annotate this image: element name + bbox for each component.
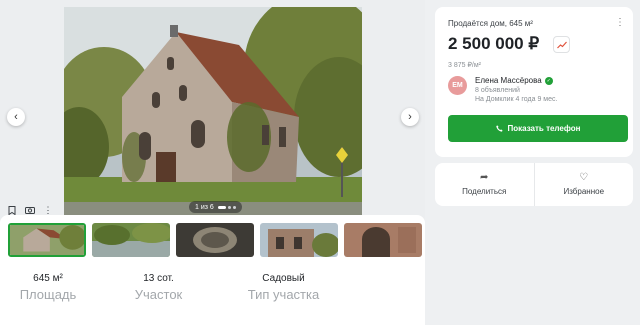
dot — [227, 205, 231, 209]
next-photo-button[interactable]: › — [401, 108, 419, 126]
thumbnail-strip — [8, 223, 422, 257]
fact-plot-label: Участок — [134, 287, 183, 302]
fact-plot: 13 сот. Участок — [96, 272, 221, 302]
thumbnail-5[interactable] — [344, 223, 422, 257]
agent-name[interactable]: Елена Массёрова — [475, 76, 542, 85]
dot — [232, 205, 236, 209]
thumbnail-1[interactable] — [8, 223, 86, 257]
chevron-right-icon: › — [408, 111, 412, 123]
fact-plot-value: 13 сот. — [143, 273, 174, 284]
price-history-button[interactable] — [553, 36, 570, 53]
agent-name-row[interactable]: Елена Массёрова ✓ — [475, 76, 553, 85]
favorite-button[interactable]: ♡ Избранное — [533, 163, 634, 206]
share-button[interactable]: ➦ Поделиться — [435, 163, 534, 206]
share-icon: ➦ — [480, 172, 489, 183]
price-card: Продаётся дом, 645 м² ⋮ 2 500 000 ₽ 3 87… — [435, 7, 633, 157]
heart-icon: ♡ — [579, 172, 589, 183]
more-vertical-icon: ⋮ — [43, 204, 53, 215]
trend-up-icon — [556, 41, 567, 48]
verified-icon: ✓ — [544, 76, 553, 85]
fact-plot-type-label: Тип участка — [247, 287, 320, 302]
camera-icon — [25, 207, 35, 214]
thumbnail-2[interactable] — [92, 223, 170, 257]
photo-dots — [217, 205, 236, 209]
bookmark-icon — [8, 205, 16, 215]
actions-card: ➦ Поделиться ♡ Избранное — [435, 163, 633, 206]
previous-photo-button[interactable]: ‹ — [7, 108, 25, 126]
fact-plot-type: Садовый Тип участка — [221, 272, 346, 302]
share-label: Поделиться — [462, 187, 507, 196]
thumbnail-4[interactable] — [260, 223, 338, 257]
photo-counter-text: 1 из 6 — [195, 203, 214, 211]
listing-info-card: 645 м² Площадь 13 сот. Участок Садовый Т… — [0, 215, 425, 325]
thumbnail-3[interactable] — [176, 223, 254, 257]
price-card-menu-button[interactable]: ⋮ — [615, 17, 625, 28]
show-phone-label: Показать телефон — [507, 124, 581, 133]
show-phone-button[interactable]: Показать телефон — [448, 115, 628, 142]
favorite-label: Избранное — [563, 187, 605, 196]
phone-icon — [495, 125, 503, 132]
more-vertical-icon: ⋮ — [615, 17, 625, 28]
property-facts: 645 м² Площадь 13 сот. Участок Садовый Т… — [0, 272, 346, 302]
agent-since: На Домклик 4 года 9 мес. — [475, 96, 558, 103]
listing-price: 2 500 000 ₽ — [448, 34, 540, 53]
agent-ads-count[interactable]: 8 объявлений — [475, 87, 520, 94]
photo-gallery: ‹ › 1 из 6 ⋮ — [0, 0, 425, 222]
fact-area-value: 645 м² — [33, 273, 63, 284]
fact-area: 645 м² Площадь — [0, 272, 96, 302]
price-per-m2: 3 875 ₽/м² — [448, 62, 482, 69]
chevron-left-icon: ‹ — [14, 111, 18, 123]
photo-counter: 1 из 6 — [189, 201, 242, 213]
agent-avatar[interactable]: ЕМ — [448, 76, 467, 95]
fact-area-label: Площадь — [19, 287, 77, 302]
listing-title: Продаётся дом, 645 м² — [448, 19, 533, 28]
fact-plot-type-value: Садовый — [262, 273, 305, 284]
main-photo[interactable] — [64, 7, 362, 217]
dot-active — [217, 205, 226, 209]
